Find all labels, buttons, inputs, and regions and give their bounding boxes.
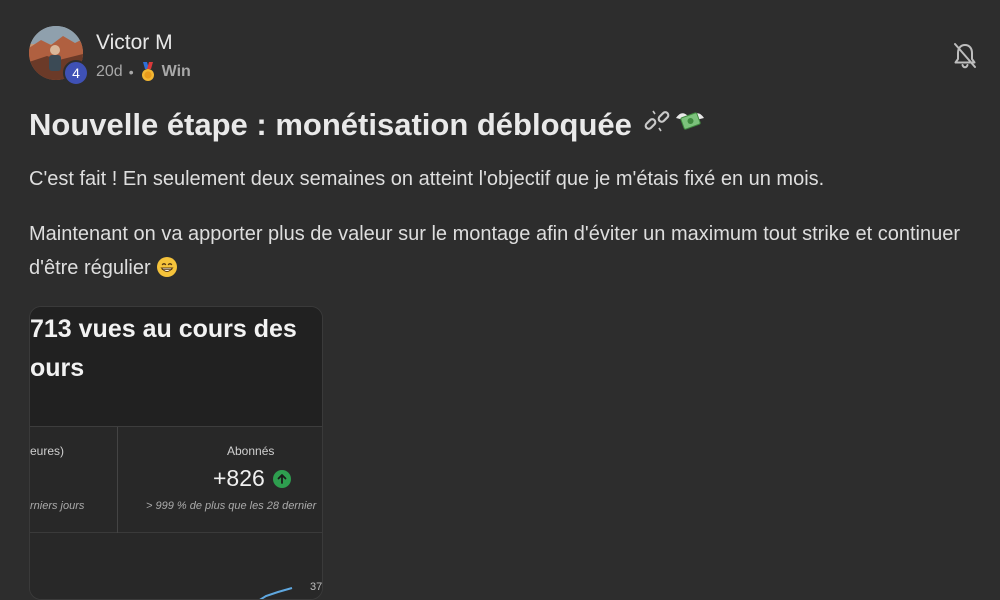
level-badge: 4 <box>63 60 89 86</box>
post-title-text: Nouvelle étape : monétisation débloquée <box>29 107 632 142</box>
stat-divider <box>117 427 118 533</box>
meta-separator: • <box>128 64 134 80</box>
post-category[interactable]: Win <box>162 63 191 81</box>
left-stat-label: eures) <box>30 444 65 458</box>
attachment-image[interactable]: 713 vues au cours des ours eures) rniers… <box>29 306 323 600</box>
medal-icon <box>140 62 156 82</box>
bell-off-icon[interactable] <box>952 42 978 70</box>
graph-tick-label: 37 <box>310 581 323 593</box>
attachment-heading-line-1: 713 vues au cours des <box>30 315 297 343</box>
arrow-up-icon <box>272 469 291 488</box>
attachment-stats-row: eures) rniers jours Abonnés +826 > 999 %… <box>30 427 322 533</box>
subscribers-value: +826 <box>213 465 291 492</box>
post-paragraph-2: Maintenant on va apporter plus de valeur… <box>29 217 989 285</box>
subscribers-label: Abonnés <box>227 444 275 458</box>
graph-line <box>259 587 293 599</box>
attachment-heading-line-2: ours <box>30 354 85 382</box>
author-avatar[interactable]: 4 <box>29 26 89 86</box>
post-age: 20d <box>96 63 123 80</box>
grinning-face-icon <box>156 255 178 277</box>
attachment-heading: 713 vues au cours des ours <box>30 307 322 427</box>
broken-chain-icon <box>642 106 672 144</box>
post-paragraph-1: C'est fait ! En seulement deux semaines … <box>29 168 825 190</box>
flying-money-icon <box>674 106 706 144</box>
post-card: 4 Victor M 20d • Win Nouvelle étape : mo… <box>0 0 1000 600</box>
attachment-graph: 37 <box>30 534 323 599</box>
left-stat-sub: rniers jours <box>30 500 85 512</box>
subscribers-sub: > 999 % de plus que les 28 dernier <box>146 500 317 512</box>
post-meta: 20d • Win <box>96 62 191 82</box>
post-title: Nouvelle étape : monétisation débloquée <box>29 106 706 144</box>
title-emojis <box>642 106 706 144</box>
author-name[interactable]: Victor M <box>96 31 173 55</box>
subscribers-number: +826 <box>213 465 265 491</box>
